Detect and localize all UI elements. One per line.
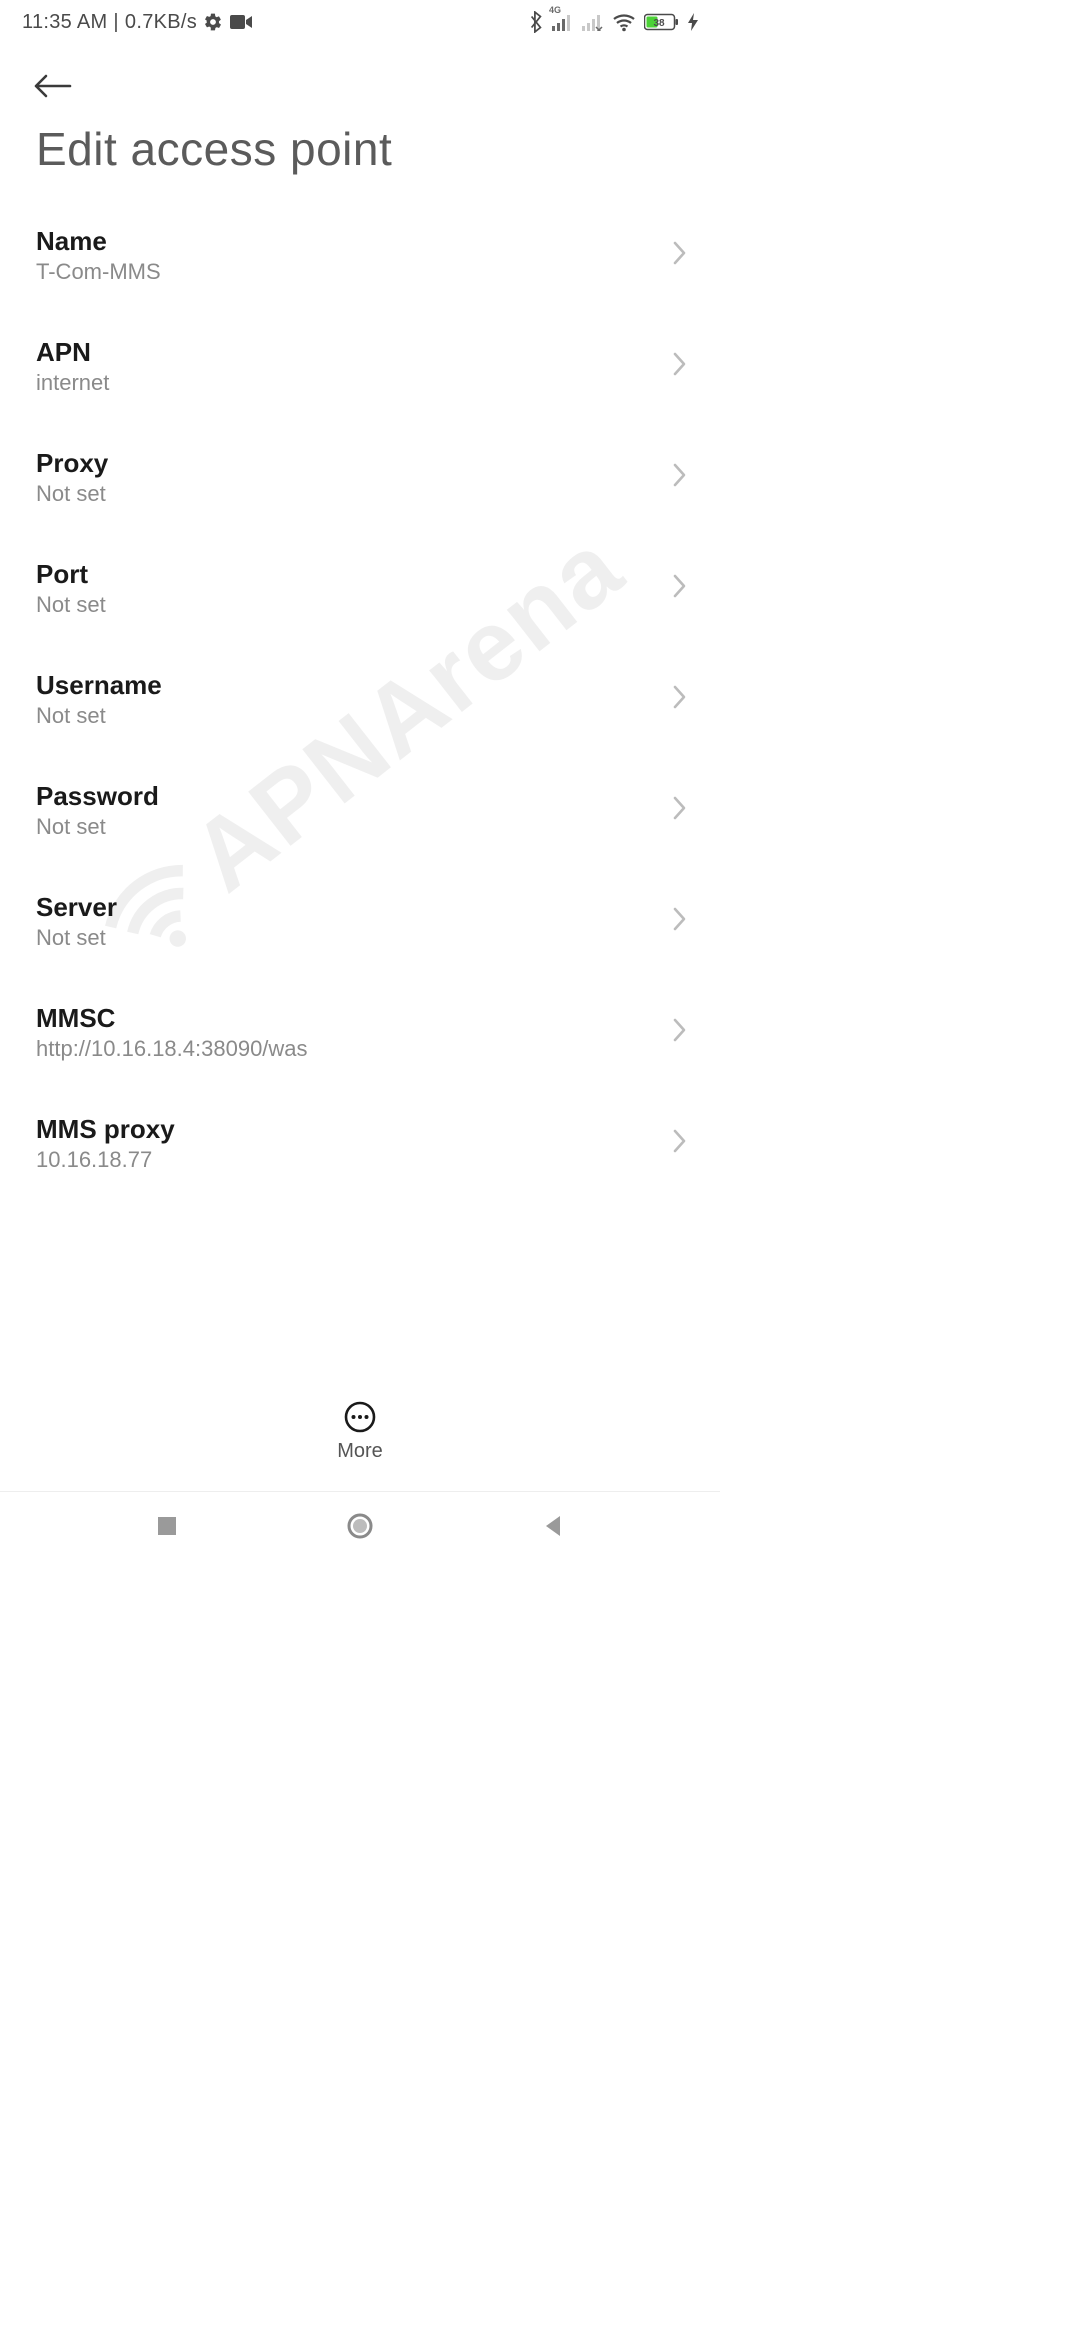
signal-sim2-icon [582, 13, 604, 31]
setting-label: MMSC [36, 1003, 658, 1034]
square-icon [156, 1515, 178, 1537]
setting-row-text: PortNot set [36, 559, 658, 618]
back-button[interactable] [28, 62, 76, 110]
setting-label: Proxy [36, 448, 658, 479]
status-divider: | [113, 11, 119, 34]
status-net-speed: 0.7KB/s [125, 11, 197, 34]
chevron-right-icon [670, 905, 688, 933]
setting-value: Not set [36, 592, 658, 618]
setting-label: Server [36, 892, 658, 923]
setting-row-proxy[interactable]: ProxyNot set [36, 422, 688, 533]
setting-chevron [670, 350, 688, 383]
triangle-left-icon [542, 1514, 564, 1538]
setting-value: Not set [36, 481, 658, 507]
setting-value: internet [36, 370, 658, 396]
signal-sim1-icon: 4G [552, 13, 574, 31]
status-left: 11:35 AM | 0.7KB/s [22, 11, 253, 34]
status-time: 11:35 AM [22, 11, 107, 34]
setting-chevron [670, 1016, 688, 1049]
settings-list[interactable]: NameT-Com-MMSAPNinternetProxyNot setPort… [0, 200, 720, 1199]
signal-4g-label: 4G [549, 5, 561, 15]
setting-row-server[interactable]: ServerNot set [36, 866, 688, 977]
setting-label: Password [36, 781, 658, 812]
bottom-dock: More [0, 1371, 720, 1492]
setting-row-apn[interactable]: APNinternet [36, 311, 688, 422]
wifi-icon [612, 12, 636, 32]
setting-row-text: UsernameNot set [36, 670, 658, 729]
page-title: Edit access point [0, 114, 720, 200]
video-icon [229, 12, 253, 32]
circle-icon [346, 1512, 374, 1540]
setting-value: 10.16.18.77 [36, 1147, 658, 1173]
arrow-left-icon [32, 72, 72, 100]
setting-chevron [670, 1127, 688, 1160]
chevron-right-icon [670, 239, 688, 267]
setting-chevron [670, 239, 688, 272]
gear-icon [203, 12, 223, 32]
setting-chevron [670, 572, 688, 605]
chevron-right-icon [670, 572, 688, 600]
charging-icon [688, 13, 698, 31]
battery-percent-text: 38 [653, 18, 665, 29]
setting-row-text: MMS proxy10.16.18.77 [36, 1114, 658, 1173]
setting-row-mmsc[interactable]: MMSChttp://10.16.18.4:38090/was [36, 977, 688, 1088]
battery-icon: 38 [644, 13, 680, 31]
setting-value: Not set [36, 925, 658, 951]
setting-row-text: PasswordNot set [36, 781, 658, 840]
setting-value: Not set [36, 703, 658, 729]
system-nav-bar [0, 1492, 720, 1560]
setting-label: APN [36, 337, 658, 368]
setting-row-name[interactable]: NameT-Com-MMS [36, 200, 688, 311]
setting-row-password[interactable]: PasswordNot set [36, 755, 688, 866]
setting-chevron [670, 683, 688, 716]
chevron-right-icon [670, 461, 688, 489]
nav-recent-button[interactable] [143, 1502, 191, 1550]
chevron-right-icon [670, 794, 688, 822]
setting-row-port[interactable]: PortNot set [36, 533, 688, 644]
chevron-right-icon [670, 1127, 688, 1155]
chevron-right-icon [670, 683, 688, 711]
setting-label: Name [36, 226, 658, 257]
setting-row-text: NameT-Com-MMS [36, 226, 658, 285]
nav-home-button[interactable] [336, 1502, 384, 1550]
header-row [0, 44, 720, 114]
setting-label: Username [36, 670, 658, 701]
setting-row-mms_proxy[interactable]: MMS proxy10.16.18.77 [36, 1088, 688, 1199]
more-label: More [337, 1440, 383, 1463]
more-button[interactable]: More [337, 1400, 383, 1463]
setting-chevron [670, 461, 688, 494]
setting-value: http://10.16.18.4:38090/was [36, 1036, 658, 1062]
setting-value: T-Com-MMS [36, 259, 658, 285]
setting-row-text: ServerNot set [36, 892, 658, 951]
setting-row-text: ProxyNot set [36, 448, 658, 507]
more-icon [343, 1400, 377, 1434]
setting-row-username[interactable]: UsernameNot set [36, 644, 688, 755]
chevron-right-icon [670, 1016, 688, 1044]
setting-chevron [670, 794, 688, 827]
setting-chevron [670, 905, 688, 938]
chevron-right-icon [670, 350, 688, 378]
setting-label: MMS proxy [36, 1114, 658, 1145]
bluetooth-icon [528, 11, 544, 33]
setting-row-text: APNinternet [36, 337, 658, 396]
setting-value: Not set [36, 814, 658, 840]
status-bar: 11:35 AM | 0.7KB/s 4G [0, 0, 720, 44]
setting-row-text: MMSChttp://10.16.18.4:38090/was [36, 1003, 658, 1062]
status-right: 4G 38 [528, 11, 698, 33]
setting-label: Port [36, 559, 658, 590]
nav-back-button[interactable] [529, 1502, 577, 1550]
